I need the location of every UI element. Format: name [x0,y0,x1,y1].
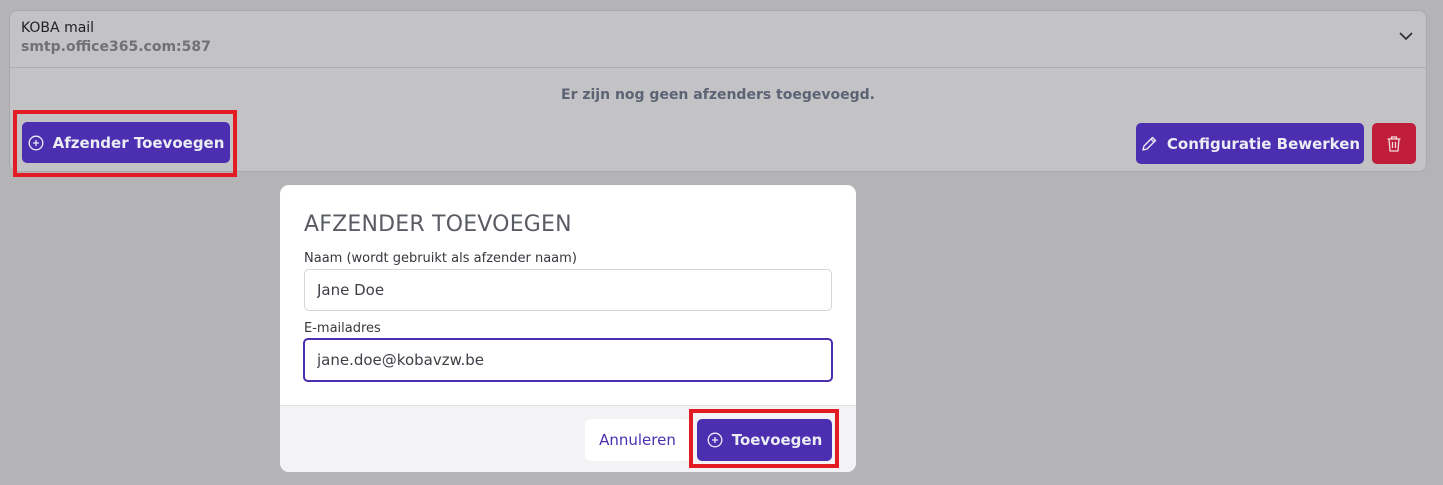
plus-circle-icon [28,135,44,150]
submit-add-label: Toevoegen [731,431,823,449]
edit-config-button[interactable]: Configuratie Bewerken [1136,123,1364,164]
chevron-down-icon[interactable] [1398,28,1414,44]
add-sender-label: Afzender Toevoegen [52,133,225,152]
card-header[interactable]: KOBA mail smtp.office365.com:587 [10,11,1426,68]
pencil-icon [1142,136,1157,151]
modal-title: AFZENDER TOEVOEGEN [304,212,572,237]
name-field[interactable] [304,269,832,311]
card-title: KOBA mail [21,20,95,36]
submit-add-button[interactable]: Toevoegen [697,419,832,461]
plus-circle-icon [707,432,723,448]
empty-senders-message: Er zijn nog geen afzenders toegevoegd. [561,87,875,103]
delete-button[interactable] [1372,123,1416,164]
modal-footer: Annuleren Toevoegen [280,405,856,472]
smtp-server-label: smtp.office365.com:587 [21,39,211,55]
email-field[interactable] [303,338,833,382]
edit-config-label: Configuratie Bewerken [1166,134,1361,153]
email-field-label: E-mailadres [304,321,381,336]
add-sender-modal: AFZENDER TOEVOEGEN Naam (wordt gebruikt … [280,185,856,472]
mail-config-card: KOBA mail smtp.office365.com:587 Er zijn… [9,10,1427,172]
cancel-button[interactable]: Annuleren [585,419,690,461]
name-field-label: Naam (wordt gebruikt als afzender naam) [304,251,577,266]
add-sender-button[interactable]: Afzender Toevoegen [22,122,230,163]
trash-icon [1387,135,1401,152]
